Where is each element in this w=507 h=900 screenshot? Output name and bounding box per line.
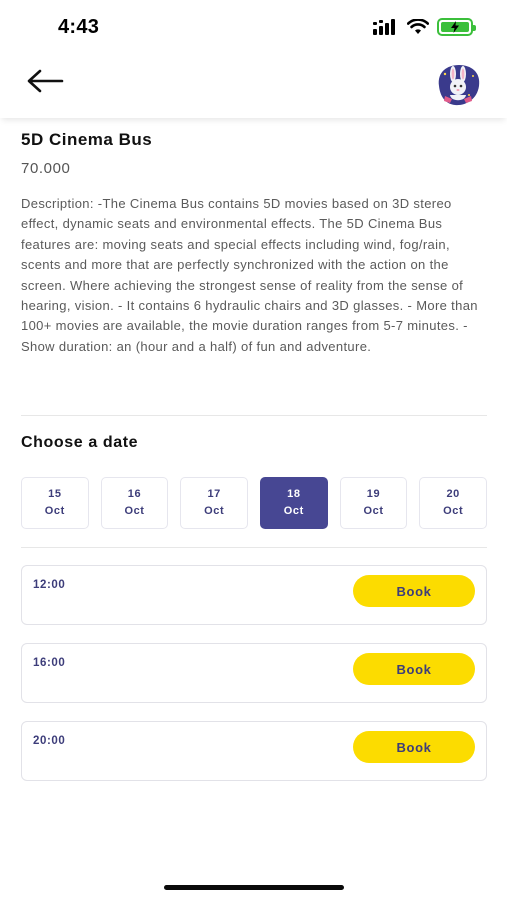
choose-date-title: Choose a date bbox=[21, 434, 139, 451]
charging-bolt-icon bbox=[451, 21, 459, 33]
date-month: Oct bbox=[443, 505, 464, 517]
date-month: Oct bbox=[363, 505, 384, 517]
time-slot: 12:00 Book bbox=[21, 565, 487, 625]
arrow-left-icon bbox=[27, 69, 64, 93]
cellular-signal-icon bbox=[373, 19, 395, 35]
date-option-17[interactable]: 17 Oct bbox=[180, 477, 249, 529]
date-picker: 15 Oct 16 Oct 17 Oct 18 Oct 19 Oct 20 Oc… bbox=[21, 477, 488, 529]
battery-icon bbox=[437, 18, 476, 36]
back-button[interactable] bbox=[24, 66, 66, 96]
date-month: Oct bbox=[204, 505, 225, 517]
date-option-19[interactable]: 19 Oct bbox=[339, 477, 408, 529]
slot-time: 20:00 bbox=[33, 735, 66, 747]
time-slot: 16:00 Book bbox=[21, 643, 487, 703]
home-indicator[interactable] bbox=[164, 885, 344, 890]
app-header bbox=[0, 56, 507, 118]
date-day: 17 bbox=[207, 488, 221, 500]
date-option-15[interactable]: 15 Oct bbox=[21, 477, 89, 529]
rabbit-mascot-logo bbox=[438, 65, 480, 106]
wifi-icon bbox=[407, 19, 429, 34]
book-button[interactable]: Book bbox=[353, 575, 475, 607]
date-month: Oct bbox=[124, 505, 145, 517]
status-icons bbox=[373, 18, 476, 36]
date-option-18-selected[interactable]: 18 Oct bbox=[260, 477, 328, 529]
status-bar: 4:43 bbox=[0, 0, 507, 56]
book-button[interactable]: Book bbox=[353, 731, 475, 763]
date-day: 16 bbox=[127, 488, 142, 500]
book-button[interactable]: Book bbox=[353, 653, 475, 685]
date-month: Oct bbox=[283, 505, 304, 517]
date-month: Oct bbox=[44, 505, 65, 517]
slot-time: 12:00 bbox=[33, 579, 66, 591]
date-day: 20 bbox=[446, 488, 460, 500]
status-time: 4:43 bbox=[58, 16, 100, 38]
time-slot: 20:00 Book bbox=[21, 721, 487, 781]
date-day: 15 bbox=[48, 488, 62, 500]
date-day: 18 bbox=[287, 488, 301, 500]
product-description: Description: -The Cinema Bus contains 5D… bbox=[21, 196, 478, 354]
product-price: 70.000 bbox=[21, 160, 71, 177]
slot-time: 16:00 bbox=[33, 657, 66, 669]
divider bbox=[21, 547, 487, 548]
date-option-16[interactable]: 16 Oct bbox=[100, 477, 169, 529]
product-title: 5D Cinema Bus bbox=[21, 130, 153, 149]
app-logo[interactable] bbox=[433, 62, 483, 108]
date-option-20[interactable]: 20 Oct bbox=[419, 477, 488, 529]
product-details: 5D Cinema Bus 70.000 Description: -The C… bbox=[21, 118, 487, 357]
date-day: 19 bbox=[366, 488, 381, 500]
divider bbox=[21, 415, 487, 416]
